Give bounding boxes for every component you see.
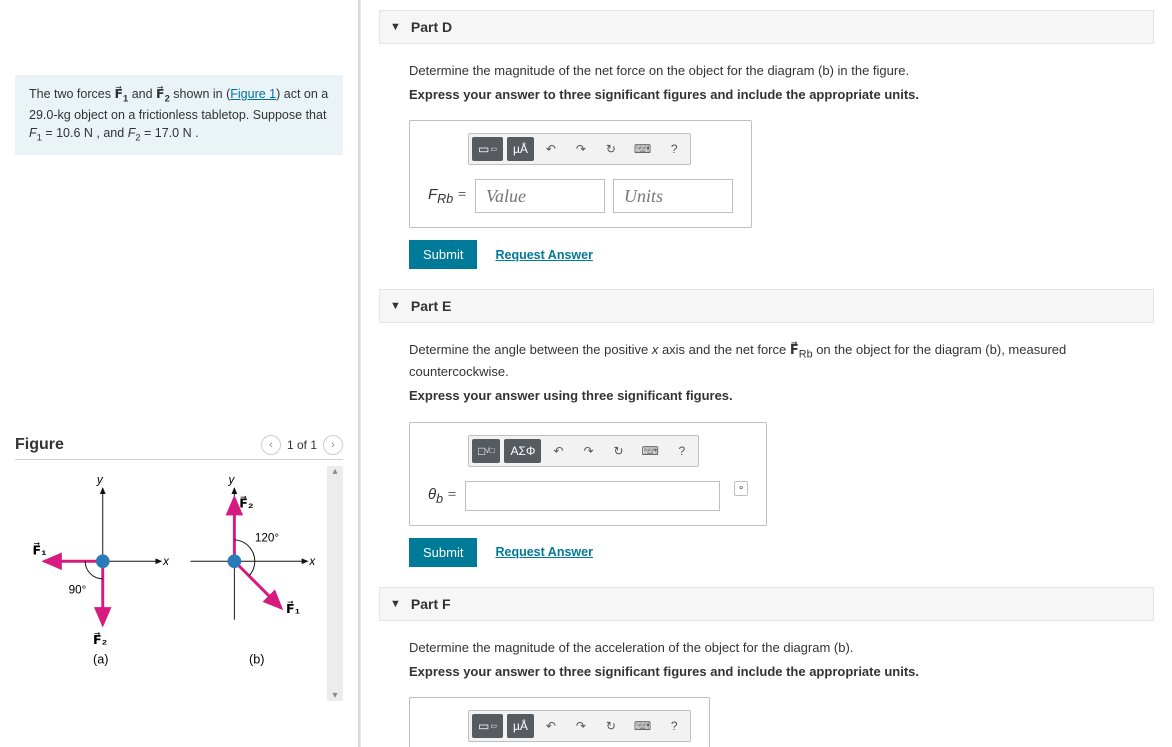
templates-button[interactable]: ▭▭: [472, 714, 503, 738]
part-e-request-link[interactable]: Request Answer: [495, 545, 592, 559]
part-d-prompt: Determine the magnitude of the net force…: [409, 62, 1144, 80]
axis-y-a: y: [96, 473, 104, 486]
figure-nav: ‹ 1 of 1 ›: [261, 435, 343, 455]
caption-a: (a): [93, 653, 108, 667]
keyboard-button[interactable]: ⌨: [628, 137, 657, 161]
templates-button[interactable]: ▭▭: [472, 137, 503, 161]
keyboard-button[interactable]: ⌨: [635, 439, 664, 463]
scroll-down-icon[interactable]: ▾: [329, 690, 341, 701]
redo-button[interactable]: ↷: [568, 137, 594, 161]
part-f-answer-box: ▭▭ µÅ ↶ ↷ ↻ ⌨ ?: [409, 697, 710, 747]
keyboard-button[interactable]: ⌨: [628, 714, 657, 738]
part-e-title: Part E: [411, 298, 451, 314]
figure-prev-button[interactable]: ‹: [261, 435, 281, 455]
part-d-submit-button[interactable]: Submit: [409, 240, 477, 269]
figure-link[interactable]: Figure 1: [230, 87, 276, 101]
axis-y-b: y: [228, 473, 236, 486]
help-button[interactable]: ?: [661, 137, 687, 161]
problem-statement: The two forces F⃗1 and F⃗2 shown in (Fig…: [15, 75, 343, 155]
part-f-instruct: Express your answer to three significant…: [409, 663, 1144, 681]
part-e-prompt: Determine the angle between the positive…: [409, 341, 1144, 381]
part-e-value-input[interactable]: [465, 481, 720, 511]
part-f: ▼ Part F Determine the magnitude of the …: [379, 587, 1154, 747]
axis-x-b: x: [308, 555, 316, 568]
part-f-toolbar: ▭▭ µÅ ↶ ↷ ↻ ⌨ ?: [468, 710, 691, 742]
part-d-value-input[interactable]: [475, 179, 605, 213]
help-button[interactable]: ?: [661, 714, 687, 738]
part-f-title: Part F: [411, 596, 451, 612]
caret-down-icon: ▼: [390, 300, 401, 312]
caption-b: (b): [249, 653, 264, 667]
part-d-title: Part D: [411, 19, 452, 35]
templates-button[interactable]: □√□: [472, 439, 500, 463]
figure-heading: Figure: [15, 436, 64, 454]
undo-button[interactable]: ↶: [545, 439, 571, 463]
label-f1-b: F⃗₁: [286, 600, 300, 615]
symbols-button[interactable]: ΑΣΦ: [504, 439, 541, 463]
part-e-answer-box: □√□ ΑΣΦ ↶ ↷ ↻ ⌨ ? θb = ∘: [409, 422, 767, 526]
label-f2-a: F⃗₂: [93, 632, 107, 647]
undo-button[interactable]: ↶: [538, 714, 564, 738]
redo-button[interactable]: ↷: [575, 439, 601, 463]
reset-button[interactable]: ↻: [598, 137, 624, 161]
part-e-instruct: Express your answer using three signific…: [409, 387, 1144, 405]
angle-a: 90°: [69, 583, 87, 596]
part-e: ▼ Part E Determine the angle between the…: [379, 289, 1154, 576]
part-d: ▼ Part D Determine the magnitude of the …: [379, 10, 1154, 279]
label-f2-b: F⃗₂: [239, 495, 253, 510]
caret-down-icon: ▼: [390, 21, 401, 33]
part-e-toolbar: □√□ ΑΣΦ ↶ ↷ ↻ ⌨ ?: [468, 435, 699, 467]
part-d-instruct: Express your answer to three significant…: [409, 86, 1144, 104]
part-d-answer-box: ▭▭ µÅ ↶ ↷ ↻ ⌨ ? FRb =: [409, 120, 752, 228]
redo-button[interactable]: ↷: [568, 714, 594, 738]
units-button[interactable]: µÅ: [507, 137, 534, 161]
reset-button[interactable]: ↻: [598, 714, 624, 738]
part-f-header[interactable]: ▼ Part F: [379, 587, 1154, 621]
caret-down-icon: ▼: [390, 598, 401, 610]
units-button[interactable]: µÅ: [507, 714, 534, 738]
angle-b: 120°: [255, 532, 279, 545]
part-d-toolbar: ▭▭ µÅ ↶ ↷ ↻ ⌨ ?: [468, 133, 691, 165]
figure-header: Figure ‹ 1 of 1 ›: [15, 435, 343, 460]
axis-x-a: x: [162, 555, 170, 568]
undo-button[interactable]: ↶: [538, 137, 564, 161]
part-d-header[interactable]: ▼ Part D: [379, 10, 1154, 44]
figure-area: ▴ ▾ x y F⃗₁ F⃗₂: [15, 466, 343, 701]
left-panel: The two forces F⃗1 and F⃗2 shown in (Fig…: [0, 0, 358, 747]
part-d-var: FRb =: [428, 186, 467, 206]
reset-button[interactable]: ↻: [605, 439, 631, 463]
figure-counter: 1 of 1: [287, 438, 317, 452]
part-d-request-link[interactable]: Request Answer: [495, 248, 592, 262]
help-button[interactable]: ?: [669, 439, 695, 463]
part-e-var: θb =: [428, 486, 457, 506]
part-d-units-input[interactable]: [613, 179, 733, 213]
part-e-submit-button[interactable]: Submit: [409, 538, 477, 567]
right-panel: ▼ Part D Determine the magnitude of the …: [361, 0, 1172, 747]
figure-diagram: x y F⃗₁ F⃗₂ 90° (a) x y F⃗₂: [15, 466, 327, 676]
part-e-header[interactable]: ▼ Part E: [379, 289, 1154, 323]
figure-next-button[interactable]: ›: [323, 435, 343, 455]
label-f1-a: F⃗₁: [33, 542, 47, 557]
part-f-prompt: Determine the magnitude of the accelerat…: [409, 639, 1144, 657]
scroll-up-icon[interactable]: ▴: [329, 466, 341, 477]
part-e-unit: ∘: [734, 481, 748, 496]
